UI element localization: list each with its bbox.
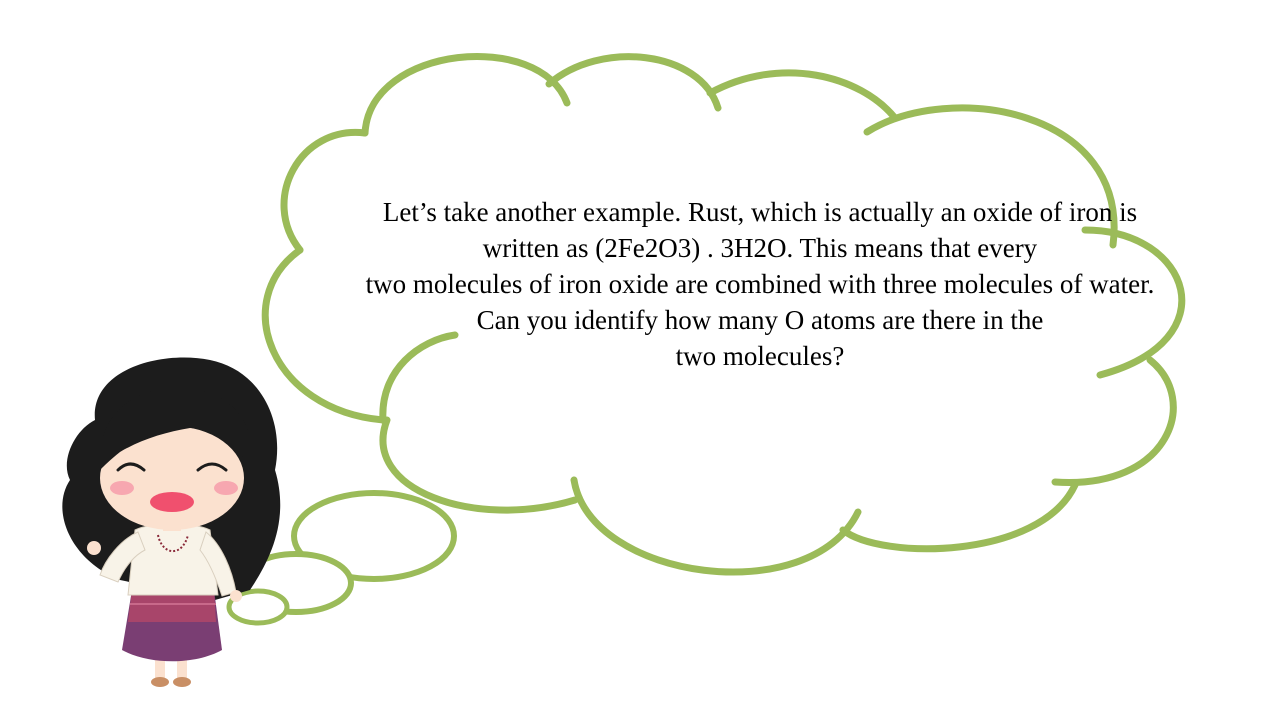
thought-line-2: written as (2Fe2O3) . 3H2O. This means t… — [482, 233, 1038, 263]
thought-line-4: Can you identify how many O atoms are th… — [476, 305, 1044, 335]
thought-line-5: two molecules? — [675, 341, 845, 371]
thought-line-3: two molecules of iron oxide are combined… — [365, 269, 1155, 299]
thought-text: Let’s take another example. Rust, which … — [300, 194, 1220, 374]
thought-line-1: Let’s take another example. Rust, which … — [382, 197, 1138, 227]
slide: Let’s take another example. Rust, which … — [0, 0, 1280, 720]
girl-character-icon — [62, 357, 281, 687]
